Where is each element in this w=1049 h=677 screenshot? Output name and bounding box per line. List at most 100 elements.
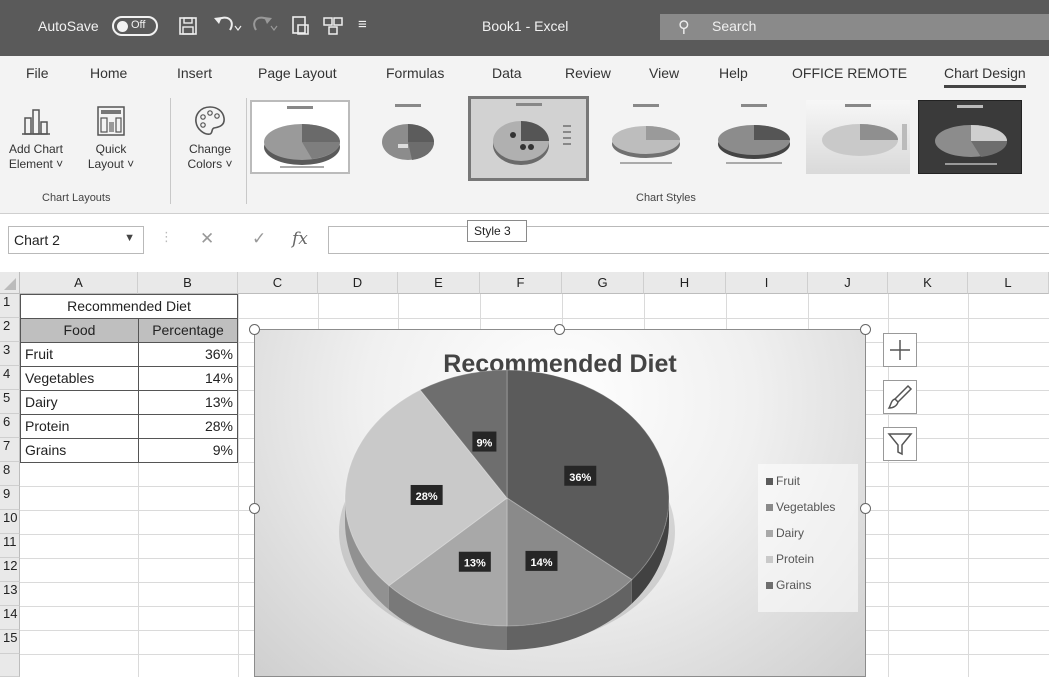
column-header-e[interactable]: E [398, 272, 480, 294]
autosave-toggle[interactable]: Off [112, 16, 158, 36]
row-header-8[interactable]: 8 [0, 462, 20, 486]
cell-percentage[interactable]: 13% [138, 390, 238, 415]
ribbon-separator [170, 98, 171, 204]
fx-icon[interactable]: fx [292, 229, 308, 249]
column-header-f[interactable]: F [480, 272, 562, 294]
undo-icon[interactable] [212, 14, 242, 38]
cell-b2-header-percentage[interactable]: Percentage [138, 318, 238, 343]
cell-food[interactable]: Dairy [20, 390, 139, 415]
column-header-h[interactable]: H [644, 272, 726, 294]
tab-page-layout[interactable]: Page Layout [258, 65, 337, 81]
cell-a1-table-title[interactable]: Recommended Diet [20, 294, 238, 319]
column-header-g[interactable]: G [562, 272, 644, 294]
tab-office-remote[interactable]: OFFICE REMOTE [792, 65, 907, 81]
chart-style-7-thumbnail[interactable] [918, 100, 1022, 174]
column-header-a[interactable]: A [20, 272, 138, 294]
redo-icon[interactable] [248, 14, 278, 38]
row-header-11[interactable]: 11 [0, 534, 20, 558]
row-header-4[interactable]: 4 [0, 366, 20, 390]
row-header-15[interactable]: 15 [0, 630, 20, 654]
cell-a2-header-food[interactable]: Food [20, 318, 139, 343]
chart-filters-button[interactable] [883, 427, 917, 461]
quick-layout-button[interactable]: Quick Layout ˅ [78, 104, 144, 172]
row-header-3[interactable]: 3 [0, 342, 20, 366]
tab-review[interactable]: Review [565, 65, 611, 81]
chart-style-1-thumbnail[interactable] [250, 100, 350, 174]
cell-percentage[interactable]: 9% [138, 438, 238, 463]
row-header-7[interactable]: 7 [0, 438, 20, 462]
change-colors-line2: Colors ˅ [187, 157, 233, 171]
save-icon[interactable] [178, 16, 198, 36]
column-header-j[interactable]: J [808, 272, 888, 294]
title-bar: AutoSave Off ≡ Book1 - Excel ⚲ Search [0, 0, 1049, 56]
data-label-vegetables[interactable]: 14% [525, 550, 558, 571]
chart-style-6-thumbnail[interactable] [806, 100, 910, 174]
data-label-protein[interactable]: 28% [410, 484, 443, 505]
data-label-dairy[interactable]: 13% [458, 551, 491, 572]
row-header-1[interactable]: 1 [0, 294, 20, 318]
add-chart-element-button[interactable]: Add Chart Element ˅ [0, 104, 72, 172]
cell-food[interactable]: Grains [20, 438, 139, 463]
select-all-button[interactable] [0, 272, 20, 294]
row-header-2[interactable]: 2 [0, 318, 20, 342]
chart-style-4-thumbnail[interactable] [596, 100, 696, 174]
resize-handle-left[interactable] [249, 503, 260, 514]
pie-chart-object[interactable]: Recommended Diet 36% 14% 13% 28% 9% Fruit Ve… [254, 329, 866, 677]
data-label-fruit[interactable]: 36% [564, 465, 597, 486]
cell-percentage[interactable]: 28% [138, 414, 238, 439]
chevron-down-icon[interactable]: ▼ [124, 232, 135, 244]
row-header-14[interactable]: 14 [0, 606, 20, 630]
tab-insert[interactable]: Insert [177, 65, 212, 81]
chart-styles-button[interactable] [883, 380, 917, 414]
filter-icon [887, 433, 913, 456]
format-painter-icon[interactable] [290, 15, 312, 37]
chart-elements-button[interactable] [883, 333, 917, 367]
row-header-12[interactable]: 12 [0, 558, 20, 582]
chart-legend[interactable]: Fruit Vegetables Dairy Protein Grains [758, 464, 858, 612]
formula-input[interactable] [328, 226, 1049, 254]
cell-food[interactable]: Vegetables [20, 366, 139, 391]
data-label-grains[interactable]: 9% [472, 431, 497, 452]
cancel-icon[interactable]: ✕ [200, 229, 214, 249]
row-header-5[interactable]: 5 [0, 390, 20, 414]
resize-handle-top[interactable] [554, 324, 565, 335]
customize-toolbar-icon[interactable]: ≡ [358, 16, 367, 33]
column-header-l[interactable]: L [968, 272, 1049, 294]
cell-food[interactable]: Fruit [20, 342, 139, 367]
tab-view[interactable]: View [649, 65, 679, 81]
cell-food[interactable]: Protein [20, 414, 139, 439]
group-label-chart-layouts: Chart Layouts [42, 192, 111, 204]
change-colors-button[interactable]: Change Colors ˅ [178, 104, 242, 172]
pie-thumbnail-icon [718, 125, 790, 164]
chart-style-3-thumbnail[interactable] [468, 96, 589, 181]
resize-handle-top-left[interactable] [249, 324, 260, 335]
chart-style-2-thumbnail[interactable] [358, 100, 458, 174]
row-header-9[interactable]: 9 [0, 486, 20, 510]
chart-style-5-thumbnail[interactable] [704, 100, 804, 174]
row-header-13[interactable]: 13 [0, 582, 20, 606]
tab-home[interactable]: Home [90, 65, 127, 81]
tab-file[interactable]: File [26, 65, 49, 81]
drag-handle-icon[interactable]: ⋮ [160, 229, 173, 245]
name-box[interactable]: Chart 2 ▼ [8, 226, 144, 254]
touch-mode-icon[interactable] [322, 15, 344, 37]
column-header-k[interactable]: K [888, 272, 968, 294]
row-header-10[interactable]: 10 [0, 510, 20, 534]
column-header-c[interactable]: C [238, 272, 318, 294]
resize-handle-right[interactable] [860, 503, 871, 514]
cell-percentage[interactable]: 36% [138, 342, 238, 367]
row-header-6[interactable]: 6 [0, 414, 20, 438]
tab-formulas[interactable]: Formulas [386, 65, 444, 81]
search-box[interactable]: ⚲ Search [660, 14, 1049, 40]
resize-handle-top-right[interactable] [860, 324, 871, 335]
column-header-i[interactable]: I [726, 272, 808, 294]
tab-data[interactable]: Data [492, 65, 522, 81]
column-header-d[interactable]: D [318, 272, 398, 294]
legend-swatch [766, 478, 773, 485]
column-header-b[interactable]: B [138, 272, 238, 294]
cell-percentage[interactable]: 14% [138, 366, 238, 391]
row-header-16[interactable] [0, 654, 20, 677]
enter-icon[interactable]: ✓ [252, 229, 266, 249]
tab-help[interactable]: Help [719, 65, 748, 81]
tab-chart-design[interactable]: Chart Design [944, 65, 1026, 88]
